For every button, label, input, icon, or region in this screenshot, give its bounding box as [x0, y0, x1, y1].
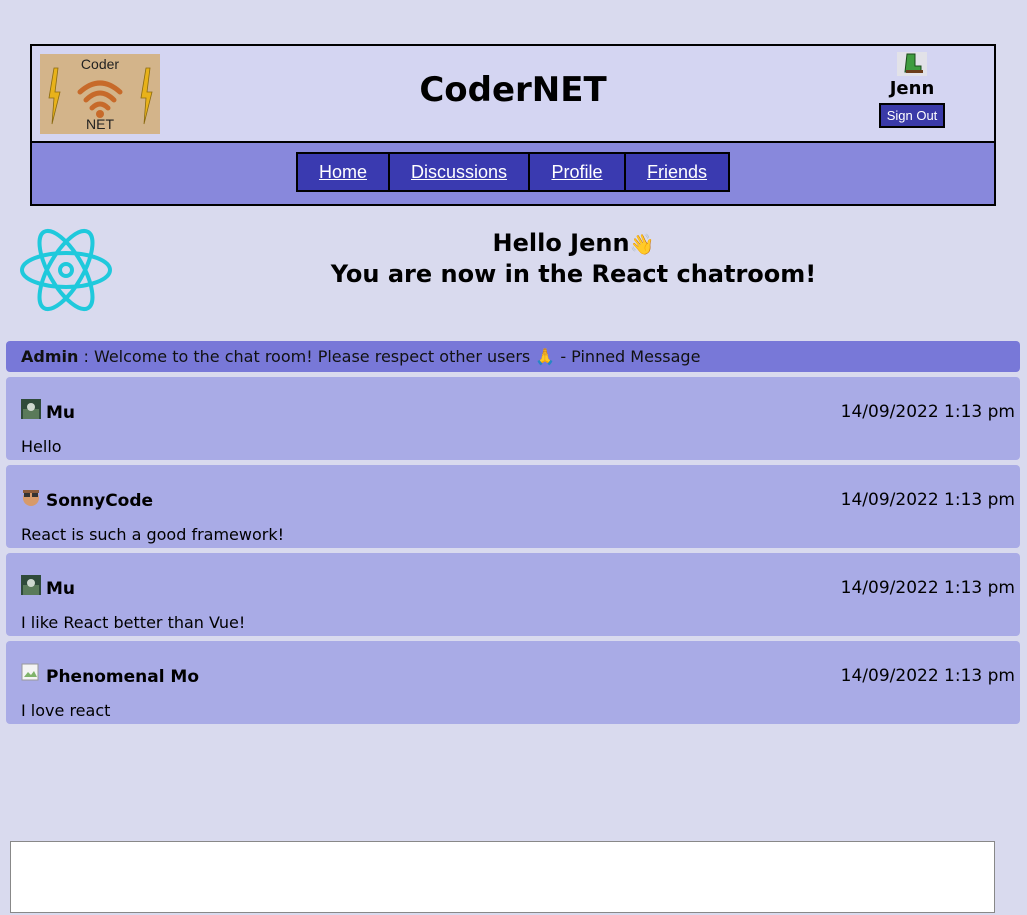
chat-message: Mu 14/09/2022 1:13 pm Hello [6, 377, 1020, 460]
nav-discussions[interactable]: Discussions [390, 154, 530, 190]
sign-out-button[interactable]: Sign Out [878, 103, 946, 128]
chat-input[interactable] [10, 841, 995, 913]
message-timestamp: 14/09/2022 1:13 pm [840, 402, 1015, 422]
user-avatar-icon [21, 575, 41, 595]
greeting-line1: Hello Jenn [492, 229, 630, 257]
pinned-message: Admin : Welcome to the chat room! Please… [6, 341, 1020, 372]
nav-bar: Home Discussions Profile Friends [30, 141, 996, 206]
pinned-author: Admin [21, 347, 79, 366]
chat-message: Phenomenal Mo 14/09/2022 1:13 pm I love … [6, 641, 1020, 724]
nav-menu: Home Discussions Profile Friends [296, 152, 730, 192]
message-text: Hello [21, 437, 62, 456]
message-username[interactable]: Mu [46, 403, 75, 423]
nav-profile[interactable]: Profile [530, 154, 626, 190]
pray-icon: 🙏 [535, 347, 556, 366]
message-timestamp: 14/09/2022 1:13 pm [840, 578, 1015, 598]
nav-home[interactable]: Home [298, 154, 390, 190]
boot-avatar-icon[interactable] [897, 52, 927, 76]
nav-friends[interactable]: Friends [626, 154, 728, 190]
user-box: Jenn Sign Out [876, 52, 948, 136]
message-text: React is such a good framework! [21, 525, 285, 544]
chat-message: SonnyCode 14/09/2022 1:13 pm React is su… [6, 465, 1020, 548]
user-avatar-icon [21, 399, 41, 419]
message-username[interactable]: Phenomenal Mo [46, 667, 199, 687]
pinned-text: Welcome to the chat room! Please respect… [93, 347, 536, 366]
page: Coder NET CoderNET Jenn Sign Out Home Di… [0, 0, 1027, 915]
message-text: I love react [21, 701, 111, 720]
broken-image-icon [21, 663, 39, 681]
user-name: Jenn [889, 78, 935, 99]
message-username[interactable]: Mu [46, 579, 75, 599]
pinned-separator: : [78, 347, 94, 366]
message-username[interactable]: SonnyCode [46, 491, 153, 511]
site-header: Coder NET CoderNET Jenn Sign Out [30, 44, 996, 142]
user-avatar-icon [23, 490, 39, 506]
greeting: Hello Jenn👋 You are now in the React cha… [120, 228, 1027, 289]
wave-icon: 👋 [629, 232, 655, 256]
chat-message: Mu 14/09/2022 1:13 pm I like React bette… [6, 553, 1020, 636]
message-timestamp: 14/09/2022 1:13 pm [840, 666, 1015, 686]
greeting-line2: You are now in the React chatroom! [330, 260, 817, 288]
react-logo-icon [20, 228, 112, 312]
message-text: I like React better than Vue! [21, 613, 246, 632]
logo-text-bottom: NET [86, 116, 114, 132]
pinned-suffix: - Pinned Message [555, 347, 701, 366]
site-title: CoderNET [419, 70, 607, 110]
message-timestamp: 14/09/2022 1:13 pm [840, 490, 1015, 510]
